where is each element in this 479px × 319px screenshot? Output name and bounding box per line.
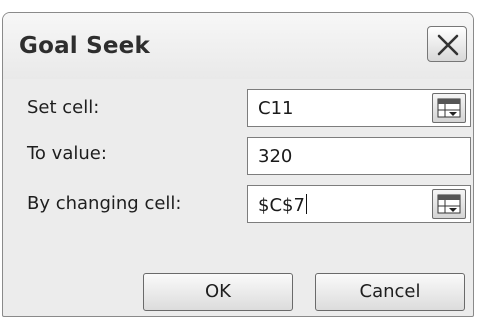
by-changing-cell-reference-button[interactable] — [432, 189, 466, 219]
cancel-button[interactable]: Cancel — [315, 273, 465, 311]
dialog-title: Goal Seek — [19, 33, 150, 59]
ok-button[interactable]: OK — [143, 273, 293, 311]
set-cell-reference-button[interactable] — [432, 93, 466, 123]
collapse-dialog-icon — [437, 194, 461, 214]
goal-seek-dialog: Goal Seek Set cell: C11 To value: 320 By… — [2, 12, 474, 317]
by-changing-cell-label: By changing cell: — [27, 193, 182, 214]
close-icon — [437, 34, 459, 56]
set-cell-value: C11 — [258, 98, 294, 119]
set-cell-input[interactable]: C11 — [247, 89, 471, 127]
title-bar[interactable]: Goal Seek — [3, 13, 473, 79]
collapse-dialog-icon — [437, 98, 461, 118]
to-value-input[interactable]: 320 — [247, 137, 471, 175]
by-changing-cell-input[interactable]: $C$7 — [247, 185, 471, 223]
to-value-value: 320 — [258, 146, 293, 167]
text-caret — [305, 194, 307, 214]
by-changing-cell-value: $C$7 — [258, 195, 305, 216]
set-cell-label: Set cell: — [27, 97, 100, 118]
by-changing-cell-text: $C$7 — [258, 194, 307, 216]
to-value-label: To value: — [27, 143, 107, 164]
close-button[interactable] — [427, 26, 467, 62]
